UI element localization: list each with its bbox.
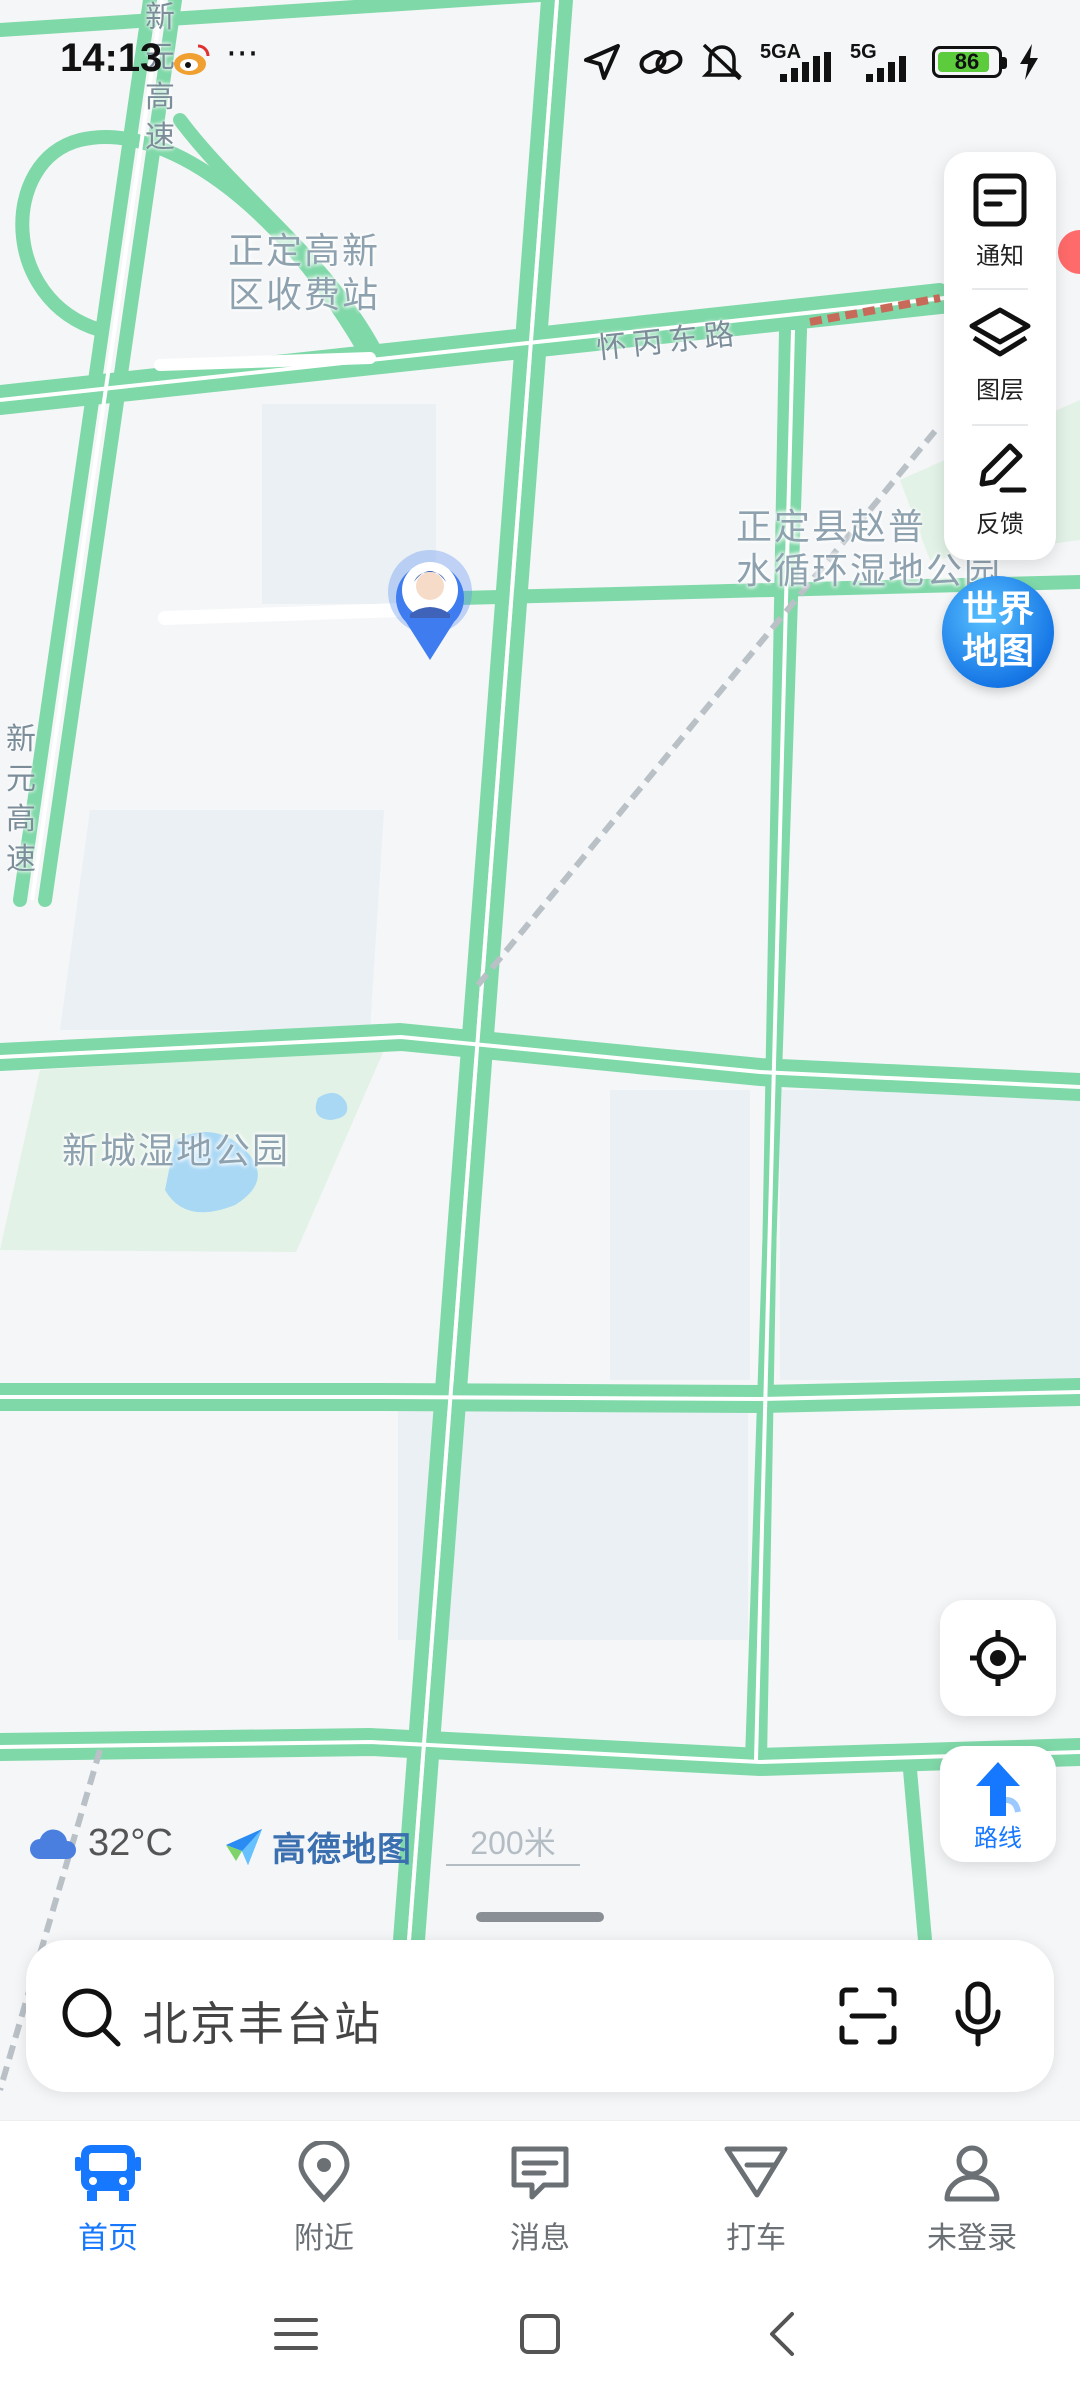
- current-location-marker[interactable]: [384, 548, 476, 664]
- locate-crosshair-icon: [970, 1630, 1026, 1686]
- microphone-icon[interactable]: [952, 1980, 1004, 2050]
- tab-profile[interactable]: 未登录: [892, 2141, 1052, 2271]
- search-icon: [62, 1988, 121, 2047]
- scan-icon[interactable]: [838, 1986, 898, 2046]
- tab-messages-label: 消息: [510, 2221, 570, 2256]
- tab-nearby[interactable]: 附近: [244, 2141, 404, 2271]
- temperature: 32°C: [88, 1822, 173, 1864]
- route-arrow-icon: [976, 1762, 1021, 1816]
- status-bar: 14:13 ··· 5GA 5G 86: [0, 0, 1080, 120]
- tab-messages[interactable]: 消息: [460, 2141, 620, 2271]
- tab-home-label: 首页: [78, 2221, 138, 2256]
- notice-label: 通知: [976, 242, 1024, 270]
- system-navigation-bar: [0, 2286, 1080, 2403]
- world-map-line2: 地图: [961, 631, 1034, 672]
- tab-home[interactable]: 首页: [28, 2141, 188, 2271]
- tab-profile-label: 未登录: [927, 2221, 1017, 2256]
- signal-5ga-icon: 5GA: [760, 42, 834, 82]
- charging-icon: [1020, 44, 1038, 80]
- notice-button[interactable]: 通知: [944, 152, 1056, 282]
- search-input[interactable]: 北京丰台站: [142, 1988, 382, 2054]
- highway-label-left: 新元高速: [6, 722, 36, 877]
- user-icon: [944, 2145, 1000, 2202]
- layers-button[interactable]: 图层: [944, 286, 1056, 416]
- toll-station-label[interactable]: 正定高新 区收费站: [228, 230, 380, 318]
- menu-icon[interactable]: [272, 2310, 320, 2358]
- home-icon[interactable]: [516, 2310, 564, 2358]
- bottom-tab-bar: 首页 附近 消息 打车 未登录: [0, 2120, 1080, 2287]
- minor-road: [154, 352, 376, 371]
- scale-text: 200米: [470, 1825, 556, 1861]
- taxi-icon: [724, 2146, 788, 2198]
- amap-logo-icon: [226, 1828, 262, 1865]
- route-button[interactable]: 路线: [940, 1746, 1056, 1862]
- notice-icon: [973, 173, 1027, 227]
- more-notifications-icon: ···: [226, 34, 259, 74]
- map-block: [60, 810, 384, 1030]
- poi-dot[interactable]: [1058, 230, 1080, 274]
- map-scale: 200米: [446, 1818, 580, 1868]
- status-time: 14:13: [60, 36, 163, 80]
- brand-logo: 高德地图: [222, 1822, 412, 1871]
- world-map-line1: 世界: [961, 589, 1034, 630]
- layers-label: 图层: [976, 376, 1024, 404]
- tab-nearby-label: 附近: [294, 2221, 354, 2256]
- tab-taxi[interactable]: 打车: [676, 2141, 836, 2271]
- weather-widget[interactable]: 32°C: [28, 1822, 173, 1865]
- minor-road: [158, 603, 407, 625]
- bus-icon: [75, 2145, 141, 2201]
- brand-name: 高德地图: [272, 1830, 412, 1870]
- status-icons: 5GA 5G 86: [582, 40, 1040, 84]
- back-icon[interactable]: [760, 2310, 808, 2358]
- location-icon: [584, 44, 620, 80]
- battery-level: 86: [954, 49, 980, 74]
- link-icon: [639, 50, 683, 74]
- map-block: [780, 1090, 1080, 1380]
- message-icon: [511, 2146, 569, 2200]
- search-bar[interactable]: 北京丰台站: [26, 1940, 1054, 2092]
- feedback-button[interactable]: 反馈: [944, 420, 1056, 550]
- cloud-icon: [30, 1829, 76, 1859]
- battery-icon: 86: [932, 46, 1007, 78]
- weibo-icon: [174, 44, 210, 75]
- tab-taxi-label: 打车: [726, 2221, 786, 2256]
- mute-icon: [701, 43, 743, 81]
- map-tool-panel: 通知 图层 反馈: [944, 152, 1056, 560]
- layers-icon: [969, 307, 1031, 357]
- location-pin-icon: [298, 2141, 350, 2203]
- wetland-park-label-west[interactable]: 新城湿地公园: [62, 1130, 290, 1174]
- signal-5g-icon: 5G: [850, 42, 916, 82]
- locate-button[interactable]: [940, 1600, 1056, 1716]
- feedback-label: 反馈: [976, 510, 1024, 538]
- world-map-button[interactable]: 世界 地图: [942, 576, 1054, 688]
- map-block: [610, 1090, 750, 1380]
- drag-handle[interactable]: [476, 1912, 604, 1922]
- feedback-edit-icon: [979, 443, 1027, 493]
- route-label: 路线: [974, 1824, 1022, 1852]
